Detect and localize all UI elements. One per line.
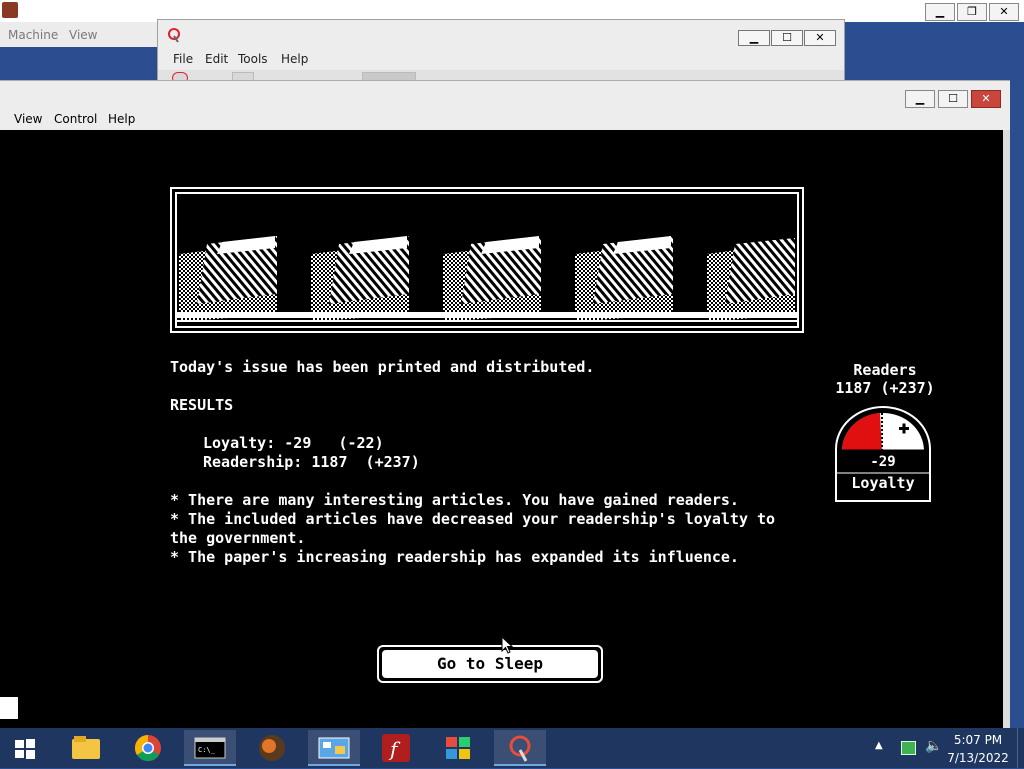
- network-status-icon[interactable]: [901, 741, 916, 755]
- result-note: * There are many interesting articles. Y…: [170, 491, 739, 509]
- host-close-button[interactable]: ✕: [989, 3, 1019, 21]
- clock-time[interactable]: 5:07 PM: [944, 733, 1012, 747]
- mid-close-button[interactable]: ✕: [804, 30, 836, 46]
- host-menubar: Machine View: [0, 22, 160, 47]
- mid-menu-tools[interactable]: Tools: [238, 52, 268, 66]
- vm-window: ▁ ☐ ✕ View Control Help Today's issue ha…: [0, 80, 1010, 731]
- mouse-cursor-icon: [501, 636, 513, 654]
- host-minimize-button[interactable]: ▁: [925, 3, 955, 21]
- host-restore-button[interactable]: ❐: [957, 3, 987, 21]
- printing-press-illustration: [175, 192, 799, 328]
- go-to-sleep-label: Go to Sleep: [437, 654, 543, 673]
- loyalty-result: Loyalty: -29 (-22): [203, 434, 384, 452]
- readership-result: Readership: 1187 (+237): [203, 453, 420, 471]
- mid-menu-help[interactable]: Help: [281, 52, 308, 66]
- chrome-icon[interactable]: [122, 730, 174, 766]
- loyalty-label: Loyalty: [851, 474, 915, 492]
- paint-app-icon[interactable]: [494, 730, 546, 766]
- command-prompt-icon[interactable]: C:\_: [184, 730, 236, 766]
- vm-close-button[interactable]: ✕: [971, 90, 1001, 108]
- go-to-sleep-button[interactable]: Go to Sleep: [377, 645, 603, 683]
- headline-text: Today's issue has been printed and distr…: [170, 358, 595, 376]
- tray-expand-icon[interactable]: ▲: [875, 740, 883, 751]
- readers-value: 1187 (+237): [835, 379, 935, 397]
- windows-start-icon[interactable]: [14, 738, 36, 760]
- mid-menu-edit[interactable]: Edit: [205, 52, 228, 66]
- background-window: ▁ ☐ ✕ File Edit Tools Help: [157, 19, 845, 84]
- vm-menu-view[interactable]: View: [14, 112, 42, 126]
- mid-maximize-button[interactable]: ☐: [771, 30, 803, 46]
- taskbar: C:\_ f ▲ 🔈 5:07 PM 7/13/2022: [0, 728, 1024, 768]
- svg-text:C:\_: C:\_: [198, 746, 216, 754]
- clock-date[interactable]: 7/13/2022: [944, 751, 1012, 765]
- flash-icon[interactable]: f: [370, 730, 422, 766]
- vm-minimize-button[interactable]: ▁: [905, 90, 935, 108]
- control-panel-icon[interactable]: [308, 730, 360, 766]
- loyalty-value: -29: [870, 454, 896, 470]
- speaker-icon[interactable]: [0, 697, 18, 719]
- windows-app-icon[interactable]: [432, 730, 484, 766]
- vm-scrollbar[interactable]: [1003, 130, 1010, 731]
- browser-app-icon[interactable]: [246, 730, 298, 766]
- results-heading: RESULTS: [170, 396, 234, 414]
- host-menu-machine[interactable]: Machine: [8, 28, 58, 42]
- vm-menu-control[interactable]: Control: [54, 112, 97, 126]
- button-face: Go to Sleep: [382, 650, 598, 678]
- mid-menu-file[interactable]: File: [173, 52, 193, 66]
- vm-maximize-button[interactable]: ☐: [938, 90, 968, 108]
- result-note: * The paper's increasing readership has …: [170, 548, 739, 566]
- result-note: the government.: [170, 529, 306, 547]
- result-note: * The included articles have decreased y…: [170, 510, 776, 528]
- vm-menu-help[interactable]: Help: [108, 112, 135, 126]
- host-menu-view[interactable]: View: [69, 28, 97, 42]
- volume-icon[interactable]: 🔈: [925, 738, 942, 754]
- paint-app-icon: [168, 28, 180, 43]
- mid-minimize-button[interactable]: ▁: [738, 30, 770, 46]
- host-app-icon: [2, 2, 18, 18]
- file-explorer-icon[interactable]: [60, 730, 112, 766]
- printing-press-banner: [170, 187, 804, 333]
- readers-label: Readers: [853, 361, 917, 379]
- show-desktop-button[interactable]: [1017, 728, 1024, 768]
